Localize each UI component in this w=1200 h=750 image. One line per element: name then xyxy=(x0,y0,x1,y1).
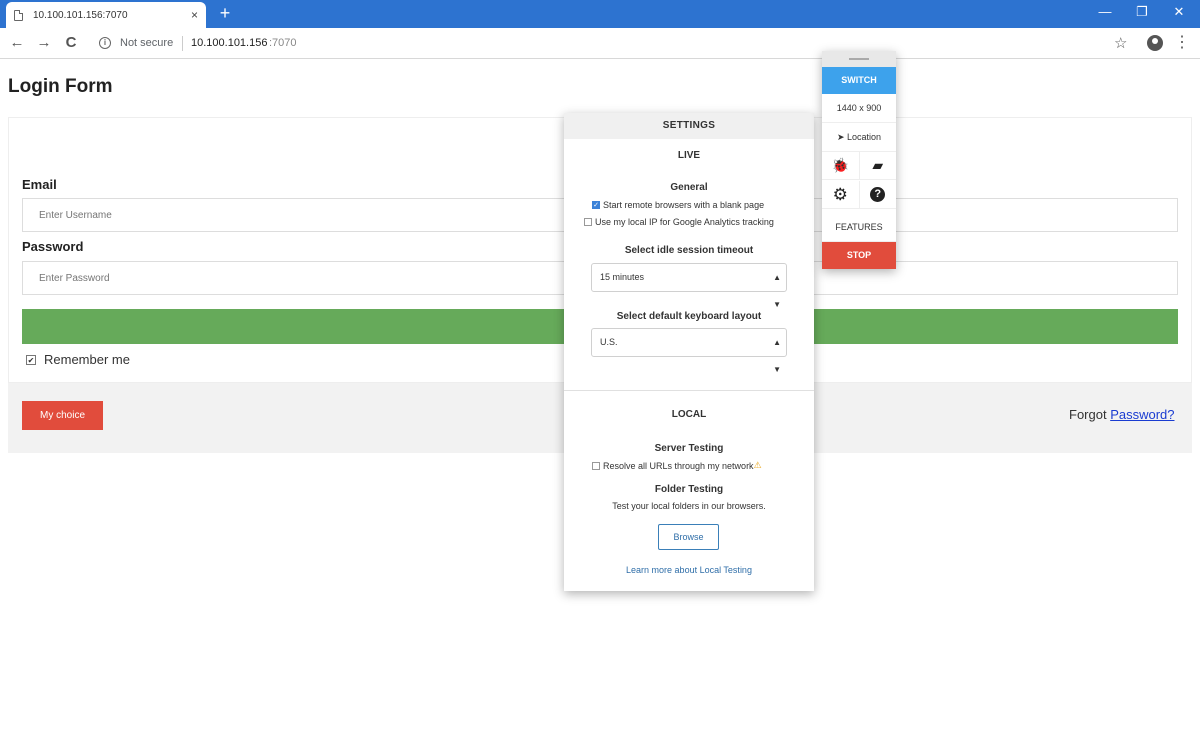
screenshots-icon[interactable]: ▰ xyxy=(860,152,897,179)
select-arrows-icon: ▲ ▼ xyxy=(773,273,781,309)
tab-close-icon[interactable]: × xyxy=(191,8,198,22)
security-label[interactable]: Not secure xyxy=(120,37,173,49)
password-label: Password xyxy=(22,239,84,254)
close-window-button[interactable]: ✕ xyxy=(1169,4,1189,20)
live-section-title: LIVE xyxy=(677,150,701,161)
settings-panel: SETTINGS LIVE General ✓ Start remote bro… xyxy=(564,113,814,591)
url-host[interactable]: 10.100.101.156 xyxy=(191,37,267,49)
location-button[interactable]: ➤ Location xyxy=(822,123,896,152)
idle-timeout-select[interactable]: 15 minutes ▲ ▼ xyxy=(591,263,787,309)
blank-page-option[interactable]: ✓ Start remote browsers with a blank pag… xyxy=(592,200,764,210)
browser-tab-strip: 10.100.101.156:7070 × + — ❐ ✕ xyxy=(0,0,1200,28)
forgot-password-link[interactable]: Password? xyxy=(1110,407,1174,422)
url-divider xyxy=(182,36,183,51)
blank-page-label: Start remote browsers with a blank page xyxy=(603,200,765,210)
page-icon xyxy=(14,9,23,21)
resolution-button[interactable]: 1440 x 900 xyxy=(822,94,896,123)
info-icon[interactable]: i xyxy=(99,37,111,49)
warning-icon: ⚠ xyxy=(753,460,762,470)
local-section-title: LOCAL xyxy=(671,409,707,420)
local-ip-checkbox[interactable] xyxy=(584,218,592,226)
learn-more-link[interactable]: Learn more about Local Testing xyxy=(564,565,814,575)
bug-icon[interactable]: 🐞 xyxy=(822,152,860,179)
my-choice-button[interactable]: My choice xyxy=(22,401,103,430)
server-testing-title: Server Testing xyxy=(654,443,724,454)
remember-checkbox[interactable]: ✔ xyxy=(26,354,36,365)
bookmark-star-icon[interactable]: ☆ xyxy=(1114,34,1127,52)
idle-timeout-label: Select idle session timeout xyxy=(624,245,754,256)
email-label: Email xyxy=(22,177,57,192)
stop-button[interactable]: STOP xyxy=(822,242,896,269)
help-icon[interactable]: ? xyxy=(860,181,897,208)
gear-icon[interactable]: ⚙ xyxy=(822,181,860,208)
url-port[interactable]: :7070 xyxy=(269,37,297,49)
address-bar: ← → C i Not secure 10.100.101.156 :7070 … xyxy=(0,28,1200,59)
keyboard-layout-label: Select default keyboard layout xyxy=(616,311,762,322)
remember-label: Remember me xyxy=(44,352,130,367)
select-arrows-icon: ▲ ▼ xyxy=(773,338,781,374)
reload-button[interactable]: C xyxy=(62,34,80,52)
location-arrow-icon: ➤ xyxy=(836,132,845,142)
idle-timeout-value: 15 minutes xyxy=(600,272,645,282)
remember-me[interactable]: ✔ Remember me xyxy=(26,352,130,367)
page-title: Login Form xyxy=(8,76,113,97)
resolve-urls-checkbox[interactable] xyxy=(592,461,600,470)
features-button[interactable]: FEATURES xyxy=(822,212,896,242)
folder-testing-title: Folder Testing xyxy=(654,484,724,495)
browse-button[interactable]: Browse xyxy=(658,524,719,550)
switch-button[interactable]: SWITCH xyxy=(822,67,896,94)
tab-title: 10.100.101.156:7070 xyxy=(33,9,128,21)
drag-handle[interactable] xyxy=(822,51,896,67)
general-title: General xyxy=(670,182,708,193)
forward-button[interactable]: → xyxy=(35,34,53,52)
forgot-prefix: Forgot xyxy=(1069,407,1111,422)
profile-icon[interactable] xyxy=(1147,35,1163,51)
blank-page-checkbox[interactable]: ✓ xyxy=(592,201,600,209)
minimize-button[interactable]: — xyxy=(1095,4,1115,19)
local-ip-option[interactable]: Use my local IP for Google Analytics tra… xyxy=(584,217,774,227)
toolbar-icon-row-1: 🐞 ▰ xyxy=(822,152,896,180)
toolbar-icon-row-2: ⚙ ? xyxy=(822,181,896,209)
resolve-urls-option[interactable]: Resolve all URLs through my network ⚠ xyxy=(592,460,762,471)
forgot-password: Forgot Password? xyxy=(1069,407,1175,422)
folder-testing-desc: Test your local folders in our browsers. xyxy=(612,501,766,511)
settings-divider xyxy=(564,390,814,391)
local-ip-label: Use my local IP for Google Analytics tra… xyxy=(595,217,774,227)
maximize-button[interactable]: ❐ xyxy=(1132,4,1152,20)
floating-toolbar: SWITCH 1440 x 900 ➤ Location 🐞 ▰ ⚙ ? FEA… xyxy=(822,51,896,269)
keyboard-layout-select[interactable]: U.S. ▲ ▼ xyxy=(591,328,787,374)
resolve-urls-label: Resolve all URLs through my network xyxy=(603,460,754,471)
back-button[interactable]: ← xyxy=(8,34,26,52)
settings-header: SETTINGS xyxy=(564,113,814,139)
keyboard-layout-value: U.S. xyxy=(600,337,618,347)
location-label: Location xyxy=(847,132,882,142)
new-tab-button[interactable]: + xyxy=(216,4,234,22)
browser-menu-icon[interactable]: ⋮ xyxy=(1174,33,1190,53)
browser-tab[interactable]: 10.100.101.156:7070 × xyxy=(6,2,206,28)
